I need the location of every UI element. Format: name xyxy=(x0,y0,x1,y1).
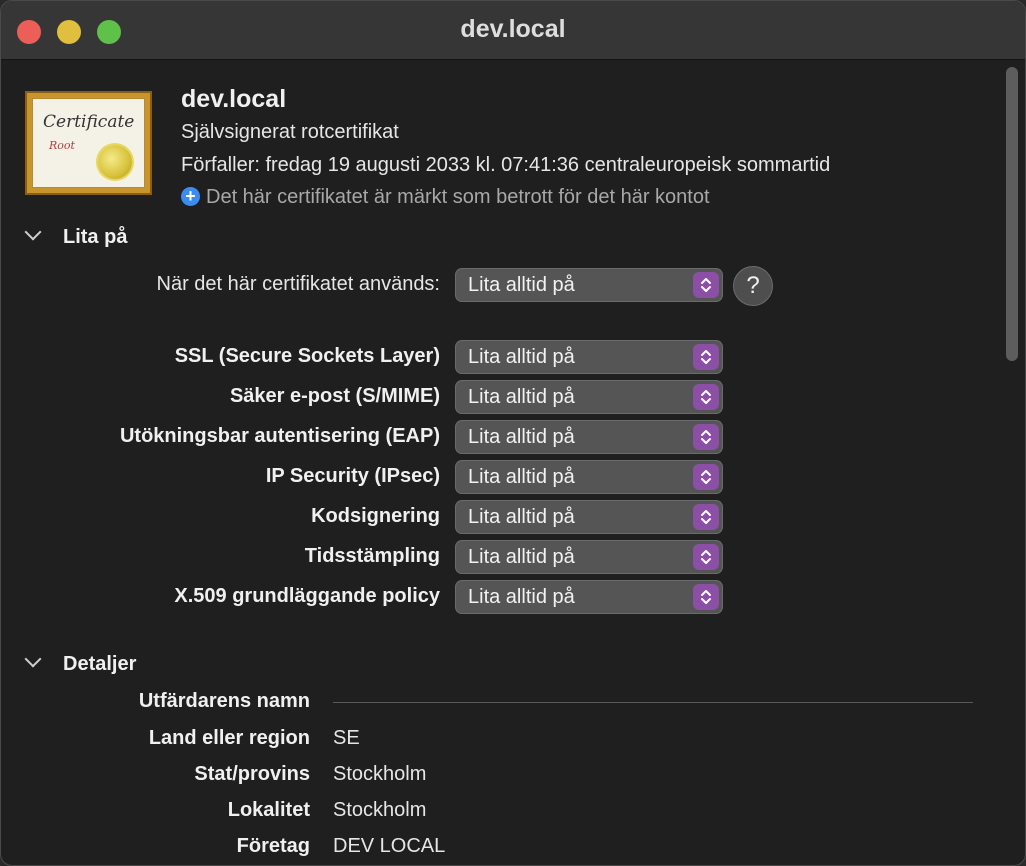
detail-label-country: Land eller region xyxy=(148,727,310,749)
detail-label-locality: Lokalitet xyxy=(227,799,310,821)
seal-icon xyxy=(98,145,132,179)
policy-popup-ipsec[interactable]: Lita alltid på xyxy=(455,460,723,494)
chevron-up-down-icon xyxy=(693,544,719,570)
chevron-up-down-icon xyxy=(693,464,719,490)
vertical-scrollbar[interactable] xyxy=(1006,67,1018,361)
window-title: dev.local xyxy=(460,15,566,43)
chevron-up-down-icon xyxy=(693,504,719,530)
policy-value: Lita alltid på xyxy=(468,546,575,568)
details-section-toggle[interactable]: Detaljer xyxy=(24,650,137,676)
certificate-icon-title: Certificate xyxy=(43,112,135,132)
detail-value-country: SE xyxy=(333,727,360,749)
chevron-down-icon xyxy=(24,223,42,241)
chevron-down-icon xyxy=(24,650,42,668)
policy-popup-code-signing[interactable]: Lita alltid på xyxy=(455,500,723,534)
trust-section-title: Lita på xyxy=(63,226,128,248)
certificate-name: dev.local xyxy=(181,85,287,113)
divider xyxy=(333,702,973,703)
policy-value: Lita alltid på xyxy=(468,346,575,368)
issuer-name-heading: Utfärdarens namn xyxy=(138,690,310,712)
title-bar[interactable]: dev.local xyxy=(1,1,1025,60)
chevron-up-down-icon xyxy=(693,344,719,370)
plus-circle-icon: + xyxy=(181,187,200,206)
detail-value-locality: Stockholm xyxy=(333,799,427,821)
chevron-up-down-icon xyxy=(693,272,719,298)
policy-popup-smime[interactable]: Lita alltid på xyxy=(455,380,723,414)
policy-label-eap: Utökningsbar autentisering (EAP) xyxy=(119,425,440,447)
chevron-up-down-icon xyxy=(693,424,719,450)
policy-label-smime: Säker e-post (S/MIME) xyxy=(229,385,440,407)
policy-value: Lita alltid på xyxy=(468,466,575,488)
detail-value-organization: DEV LOCAL xyxy=(333,835,446,857)
policy-label-ssl: SSL (Secure Sockets Layer) xyxy=(174,345,440,367)
certificate-kind: Självsignerat rotcertifikat xyxy=(181,121,399,143)
policy-label-ipsec: IP Security (IPsec) xyxy=(265,465,440,487)
chevron-up-down-icon xyxy=(693,384,719,410)
when-used-label: När det här certifikatet används: xyxy=(156,273,440,295)
detail-label-state: Stat/provins xyxy=(194,763,310,785)
when-used-popup[interactable]: Lita alltid på xyxy=(455,268,723,302)
policy-popup-ssl[interactable]: Lita alltid på xyxy=(455,340,723,374)
policy-value: Lita alltid på xyxy=(468,426,575,448)
detail-label-organization: Företag xyxy=(236,835,310,857)
certificate-icon: Certificate Root xyxy=(25,91,152,195)
details-section-title: Detaljer xyxy=(63,653,137,675)
certificate-icon-subtitle: Root xyxy=(49,139,75,152)
policy-value: Lita alltid på xyxy=(468,506,575,528)
policy-value: Lita alltid på xyxy=(468,586,575,608)
policy-label-code-signing: Kodsignering xyxy=(311,505,440,527)
policy-label-timestamping: Tidsstämpling xyxy=(304,545,440,567)
policy-popup-timestamping[interactable]: Lita alltid på xyxy=(455,540,723,574)
detail-value-state: Stockholm xyxy=(333,763,427,785)
trust-status-text: Det här certifikatet är märkt som betrot… xyxy=(206,186,710,208)
policy-value: Lita alltid på xyxy=(468,386,575,408)
content-area: Certificate Root dev.local Självsignerat… xyxy=(1,60,1025,865)
policy-popup-eap[interactable]: Lita alltid på xyxy=(455,420,723,454)
trust-section-toggle[interactable]: Lita på xyxy=(24,223,128,249)
policy-label-x509: X.509 grundläggande policy xyxy=(174,585,440,607)
chevron-up-down-icon xyxy=(693,584,719,610)
certificate-expiry: Förfaller: fredag 19 augusti 2033 kl. 07… xyxy=(181,154,831,176)
policy-popup-x509[interactable]: Lita alltid på xyxy=(455,580,723,614)
when-used-value: Lita alltid på xyxy=(468,274,575,296)
trust-status: + Det här certifikatet är märkt som betro… xyxy=(181,186,710,209)
certificate-window: dev.local Certificate Root dev.local Sjä… xyxy=(0,0,1026,866)
help-button[interactable]: ? xyxy=(733,266,773,306)
